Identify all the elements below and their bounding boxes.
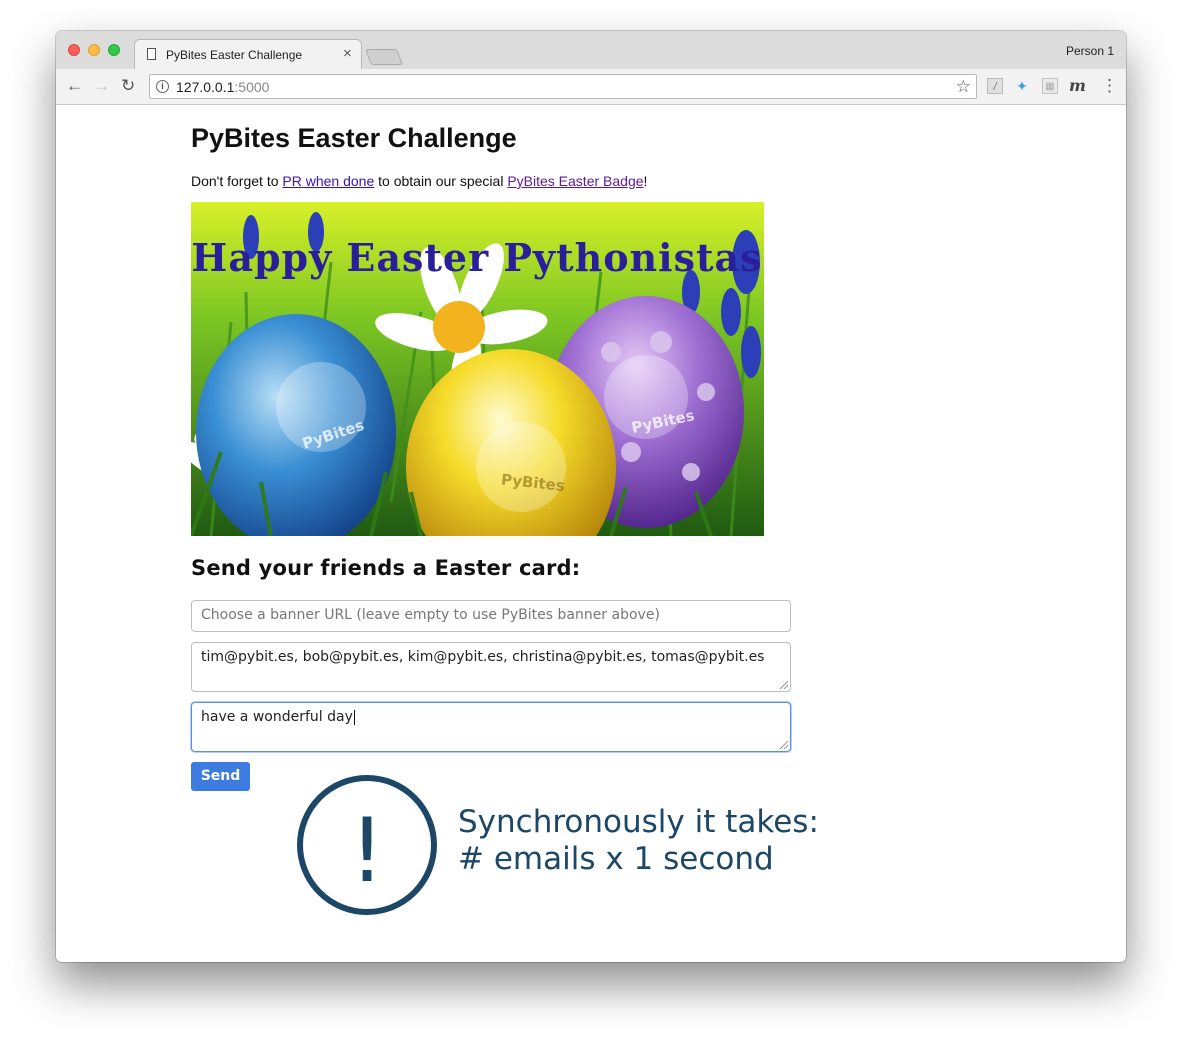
kebab-menu-icon[interactable]: ⋮ (1101, 77, 1118, 95)
extension-icon[interactable]: / (987, 78, 1003, 94)
profile-name[interactable]: Person 1 (1066, 44, 1114, 58)
browser-toolbar: ← → ↻ i 127.0.0.1:5000 ☆ / ✦ ▦ m ⋮ (56, 69, 1126, 105)
forward-icon[interactable]: → (93, 77, 110, 95)
zoom-window-button[interactable] (108, 44, 120, 56)
url-text[interactable]: 127.0.0.1:5000 (176, 79, 269, 95)
exclamation-circle-icon: ! (297, 775, 437, 915)
banner-url-input[interactable]: Choose a banner URL (leave empty to use … (191, 600, 791, 632)
sync-note-line1: Synchronously it takes: (458, 804, 819, 840)
emails-value: tim@pybit.es, bob@pybit.es, kim@pybit.es… (201, 649, 765, 665)
intro-before: Don't forget to (191, 173, 283, 189)
page-title: PyBites Easter Challenge (191, 123, 517, 153)
star-icon[interactable]: ☆ (956, 77, 971, 97)
sync-note-line2: # emails x 1 second (458, 841, 774, 877)
close-icon[interactable]: × (343, 45, 352, 62)
message-textarea[interactable]: have a wonderful day (191, 702, 791, 752)
reload-icon[interactable]: ↻ (121, 77, 135, 95)
card-form-heading: Send your friends a Easter card: (191, 556, 581, 580)
minimize-window-button[interactable] (88, 44, 100, 56)
browser-window: PyBites Easter Challenge × Person 1 ← → … (56, 31, 1126, 962)
title-bar: PyBites Easter Challenge × Person 1 (56, 31, 1126, 70)
address-bar[interactable]: i 127.0.0.1:5000 ☆ (149, 74, 977, 99)
url-port: :5000 (234, 79, 270, 95)
easter-banner-image: PyBites PyBites PyBites Happy Easter Pyt… (191, 202, 764, 536)
info-icon[interactable]: i (156, 80, 169, 93)
url-host: 127.0.0.1 (176, 79, 235, 95)
back-icon[interactable]: ← (66, 77, 83, 95)
badge-link[interactable]: PyBites Easter Badge (507, 173, 643, 189)
text-caret (353, 709, 355, 725)
m-extension-icon[interactable]: m (1069, 78, 1086, 94)
resize-handle-icon[interactable] (780, 681, 788, 689)
page-content: PyBites Easter Challenge Don't forget to… (56, 105, 1126, 962)
extension-grid-icon[interactable]: ▦ (1042, 78, 1058, 94)
message-value: have a wonderful day (201, 709, 353, 725)
twitter-bird-icon[interactable]: ✦ (1014, 78, 1030, 94)
close-window-button[interactable] (68, 44, 80, 56)
new-tab-button[interactable] (365, 49, 403, 65)
intro-after: ! (643, 173, 648, 189)
intro-middle: to obtain our special (374, 173, 508, 189)
tab-active[interactable]: PyBites Easter Challenge × (134, 39, 362, 70)
exclamation-symbol: ! (349, 799, 384, 902)
resize-handle-icon[interactable] (780, 741, 788, 749)
page-icon (147, 48, 156, 60)
intro-text: Don't forget to PR when done to obtain o… (191, 173, 647, 189)
pr-link[interactable]: PR when done (282, 173, 374, 189)
tab-title: PyBites Easter Challenge (166, 48, 303, 62)
sync-note: Synchronously it takes: # emails x 1 sec… (458, 804, 819, 878)
send-button[interactable]: Send (191, 762, 250, 791)
banner-headline: Happy Easter Pythonistas (191, 235, 762, 280)
emails-textarea[interactable]: tim@pybit.es, bob@pybit.es, kim@pybit.es… (191, 642, 791, 692)
